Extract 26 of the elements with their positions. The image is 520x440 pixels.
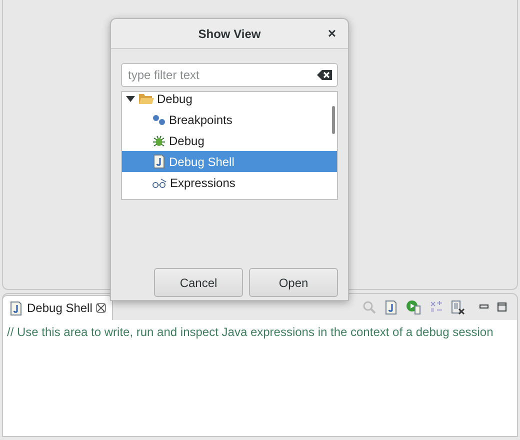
clear-icon[interactable] [317, 69, 333, 81]
run-icon[interactable] [406, 300, 421, 314]
tree-item[interactable]: Debug [122, 130, 337, 151]
view-tab[interactable]: Debug Shell [2, 295, 114, 320]
close-button[interactable]: × [326, 25, 338, 41]
comment-text: // Use this area to write, run and inspect Java expressions in the context of a debug session [3, 320, 517, 436]
java-file-icon [9, 300, 23, 316]
minimize-icon[interactable] [479, 303, 489, 311]
close-icon[interactable] [96, 303, 106, 313]
folder-icon [138, 92, 154, 105]
java-file-icon[interactable] [384, 300, 398, 314]
tree-item[interactable]: Breakpoints [122, 109, 337, 130]
filter-field[interactable]: type filter text [121, 63, 338, 87]
maximize-icon[interactable] [497, 302, 507, 312]
expressions-icon [152, 176, 167, 188]
breakpoints-icon [152, 114, 166, 126]
java-file-icon [152, 154, 166, 169]
clear-console-icon[interactable] [451, 300, 465, 314]
bug-icon [152, 134, 166, 148]
dialog-button[interactable]: Cancel [154, 268, 243, 297]
dialog-button[interactable]: Open [249, 268, 338, 297]
dialog-title: Show View [198, 26, 261, 42]
expand-arrow-icon[interactable] [126, 94, 135, 102]
tree-item[interactable]: Debug [122, 92, 337, 109]
tree-item[interactable]: Expressions [122, 172, 337, 193]
scrollbar[interactable] [332, 106, 335, 134]
